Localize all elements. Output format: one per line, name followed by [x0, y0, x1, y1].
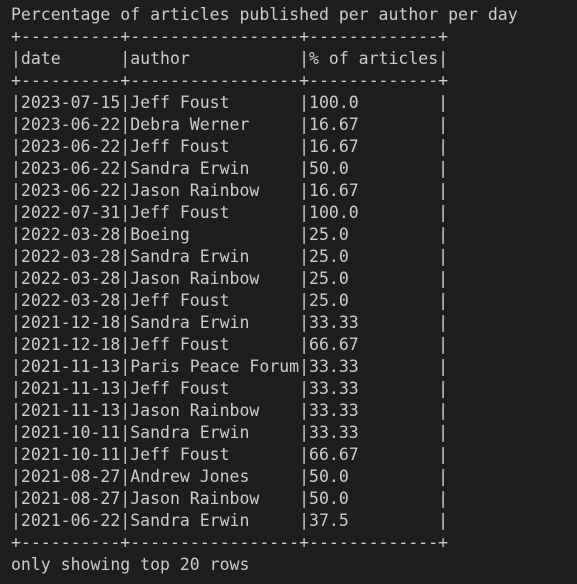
table-row: |2021-11-13|Jeff Foust |33.33 | — [11, 379, 449, 398]
table-row: |2021-10-11|Sandra Erwin |33.33 | — [11, 423, 449, 442]
table-row: |2023-07-15|Jeff Foust |100.0 | — [11, 93, 449, 112]
output-title: Percentage of articles published per aut… — [11, 5, 518, 24]
table-header: |date |author |% of articles| — [11, 49, 449, 68]
table-row: |2022-03-28|Jeff Foust |25.0 | — [11, 291, 449, 310]
table-row: |2022-03-28|Jason Rainbow |25.0 | — [11, 269, 449, 288]
table-body: |2023-07-15|Jeff Foust |100.0 | |2023-06-… — [11, 92, 577, 532]
table-row: |2022-03-28|Boeing |25.0 | — [11, 225, 449, 244]
table-row: |2021-12-18|Sandra Erwin |33.33 | — [11, 313, 449, 332]
terminal-output: Percentage of articles published per aut… — [0, 0, 577, 584]
table-row: |2021-11-13|Paris Peace Forum|33.33 | — [11, 357, 449, 376]
table-row: |2021-08-27|Jason Rainbow |50.0 | — [11, 489, 449, 508]
table-row: |2021-08-27|Andrew Jones |50.0 | — [11, 467, 449, 486]
table-row: |2023-06-22|Jeff Foust |16.67 | — [11, 137, 449, 156]
table-row: |2021-10-11|Jeff Foust |66.67 | — [11, 445, 449, 464]
table-border-top: +----------+-----------------+----------… — [11, 27, 449, 46]
table-row: |2023-06-22|Debra Werner |16.67 | — [11, 115, 449, 134]
output-footer: only showing top 20 rows — [11, 555, 250, 574]
table-border-bottom: +----------+-----------------+----------… — [11, 533, 449, 552]
table-border-header: +----------+-----------------+----------… — [11, 71, 449, 90]
table-row: |2021-12-18|Jeff Foust |66.67 | — [11, 335, 449, 354]
table-row: |2021-06-22|Sandra Erwin |37.5 | — [11, 511, 449, 530]
table-row: |2021-11-13|Jason Rainbow |33.33 | — [11, 401, 449, 420]
table-row: |2022-03-28|Sandra Erwin |25.0 | — [11, 247, 449, 266]
table-row: |2023-06-22|Jason Rainbow |16.67 | — [11, 181, 449, 200]
table-row: |2022-07-31|Jeff Foust |100.0 | — [11, 203, 449, 222]
table-row: |2023-06-22|Sandra Erwin |50.0 | — [11, 159, 449, 178]
